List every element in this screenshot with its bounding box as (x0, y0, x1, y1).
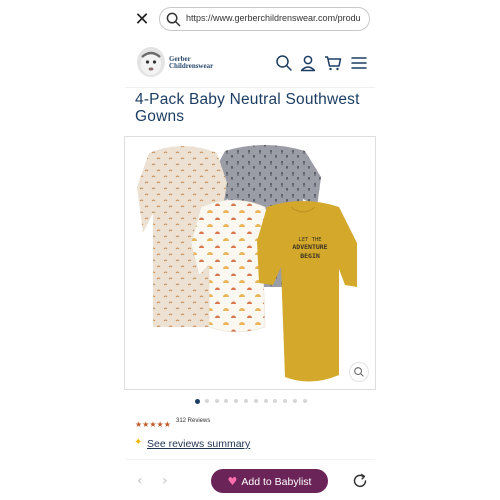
gallery-dot[interactable] (283, 399, 288, 403)
url-text: https://www.gerberchildrenswear.com/prod… (186, 13, 361, 23)
gallery-dot[interactable] (214, 399, 219, 403)
reviews-summary-link[interactable]: See reviews summary (147, 438, 250, 450)
cart-icon[interactable] (324, 54, 342, 72)
zoom-icon[interactable] (349, 362, 369, 382)
logo-line-childrenswear: Childrenswear (169, 62, 214, 70)
back-arrow-icon[interactable]: ‹ (137, 473, 143, 489)
search-icon (166, 12, 181, 27)
gowns-illustration: LET THE ADVENTURE BEGIN (137, 145, 357, 382)
product-image[interactable]: LET THE ADVENTURE BEGIN (124, 136, 376, 390)
baby-face-icon (137, 47, 165, 77)
close-tab-button[interactable]: ✕ (132, 10, 152, 30)
gerber-baby-logo[interactable] (137, 47, 165, 77)
gallery-dot[interactable] (293, 399, 297, 403)
address-bar[interactable]: https://www.gerberchildrenswear.com/prod… (159, 7, 370, 31)
rating-stars[interactable]: ★★★★★ (135, 420, 171, 429)
gallery-dot[interactable] (263, 399, 268, 403)
forward-arrow-icon[interactable]: › (162, 473, 168, 489)
menu-icon[interactable] (350, 54, 368, 72)
gallery-dot[interactable] (253, 399, 258, 403)
gallery-dot[interactable] (224, 399, 229, 403)
gallery-dot[interactable] (244, 399, 248, 403)
add-to-babylist-button[interactable]: ♥ Add to Babylist (211, 469, 328, 493)
gallery-dot[interactable] (195, 398, 200, 404)
gown-print-text-3: BEGIN (300, 252, 320, 260)
heart-icon: ♥ (227, 474, 238, 488)
gallery-dot[interactable] (302, 399, 307, 403)
babylist-button-label: Add to Babylist (241, 475, 312, 488)
gallery-dot[interactable] (204, 399, 209, 403)
bottom-divider (125, 459, 375, 460)
gallery-dot[interactable] (273, 399, 278, 403)
refresh-icon[interactable] (352, 473, 368, 489)
gallery-dot[interactable] (234, 399, 239, 403)
reviews-count[interactable]: 312 Reviews (176, 418, 210, 424)
brand-logo-text[interactable]: Gerber Childrenswear (169, 56, 213, 70)
account-icon[interactable] (299, 54, 317, 72)
search-icon[interactable] (275, 54, 293, 72)
sparkle-icon: ✦ (134, 437, 143, 448)
product-title: 4-Pack Baby Neutral Southwest Gowns (135, 91, 360, 125)
gown-print-text-2: ADVENTURE (292, 243, 327, 251)
header-divider (125, 87, 375, 88)
